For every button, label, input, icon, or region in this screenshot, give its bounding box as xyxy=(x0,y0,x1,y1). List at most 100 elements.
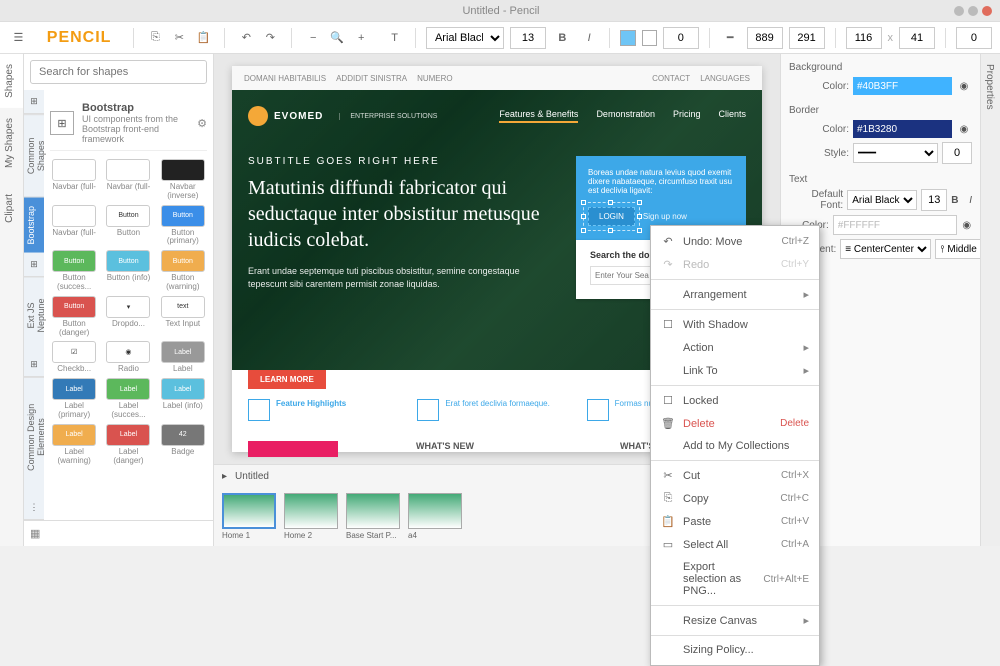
copy-icon[interactable]: ⎘ xyxy=(144,27,166,49)
nav-pricing[interactable]: Pricing xyxy=(673,109,701,123)
cat-bootstrap[interactable]: Bootstrap xyxy=(24,197,44,253)
shape-item[interactable]: textText Input xyxy=(159,296,207,338)
menu-action[interactable]: Action▸ xyxy=(651,336,819,359)
eyedropper-icon[interactable]: ◉ xyxy=(956,78,972,94)
shape-item[interactable]: ButtonButton xyxy=(104,205,152,247)
redo-icon[interactable]: ↷ xyxy=(259,27,281,49)
fill-color[interactable] xyxy=(620,30,635,46)
shape-item[interactable]: ☑Checkb... xyxy=(50,341,98,374)
topnav-item[interactable]: DOMANI HABITABILIS xyxy=(244,74,326,83)
shape-item[interactable]: LabelLabel (info) xyxy=(159,378,207,420)
shape-item[interactable]: ButtonButton (primary) xyxy=(159,205,207,247)
line-style-icon[interactable]: ━ xyxy=(720,27,741,49)
eyedropper-icon[interactable]: ◉ xyxy=(956,121,972,137)
zoom-in-icon[interactable]: + xyxy=(350,27,372,49)
close-button[interactable] xyxy=(982,6,992,16)
menu-sizing-policy-[interactable]: Sizing Policy... xyxy=(651,639,819,661)
bold-icon[interactable]: B xyxy=(552,27,573,49)
shape-item[interactable]: LabelLabel (primary) xyxy=(50,378,98,420)
eyedropper-icon[interactable]: ◉ xyxy=(961,217,972,233)
menu-select-all[interactable]: ▭Select AllCtrl+A xyxy=(651,533,819,556)
topnav-languages[interactable]: LANGUAGES xyxy=(700,74,750,83)
shape-item[interactable]: LabelLabel (danger) xyxy=(104,424,152,466)
cat-extjs[interactable]: Ext JS Neptune xyxy=(24,277,44,354)
menu-resize-canvas[interactable]: Resize Canvas▸ xyxy=(651,609,819,632)
menu-delete[interactable]: 🗑DeleteDelete xyxy=(651,412,819,435)
tab-properties[interactable]: Properties xyxy=(981,54,998,120)
shape-item[interactable]: 42Badge xyxy=(159,424,207,466)
menu-export-selection-as-png-[interactable]: Export selection as PNG...Ctrl+Alt+E xyxy=(651,556,819,602)
menu-with-shadow[interactable]: ☐With Shadow xyxy=(651,313,819,336)
shape-item[interactable]: Navbar (full- xyxy=(50,159,98,201)
cat-common-design[interactable]: Common Design Elements xyxy=(24,377,44,496)
shape-item[interactable]: LabelLabel (warning) xyxy=(50,424,98,466)
menu-icon[interactable]: ☰ xyxy=(8,27,29,49)
shape-item[interactable]: ButtonButton (warning) xyxy=(159,250,207,292)
minimize-button[interactable] xyxy=(954,6,964,16)
opacity-input[interactable] xyxy=(663,27,699,49)
paste-icon[interactable]: 📋 xyxy=(192,27,214,49)
cut-icon[interactable]: ✂ xyxy=(168,27,190,49)
cat-grid3-icon[interactable]: ⊞ xyxy=(24,353,44,377)
text-color-field[interactable] xyxy=(833,215,958,235)
page-thumb[interactable]: Base Start P... xyxy=(346,493,400,540)
page-thumb[interactable]: a4 xyxy=(408,493,462,540)
cat-more-icon[interactable]: ⋮ xyxy=(24,496,44,520)
tab-clipart[interactable]: Clipart xyxy=(0,184,23,233)
cat-grid-icon[interactable]: ⊞ xyxy=(24,90,44,114)
cat-grid2-icon[interactable]: ⊞ xyxy=(24,253,44,277)
menu-redo[interactable]: ↷RedoCtrl+Y xyxy=(651,253,819,276)
menu-copy[interactable]: ⎘CopyCtrl+C xyxy=(651,487,819,510)
shape-item[interactable]: Navbar (inverse) xyxy=(159,159,207,201)
font-select[interactable]: Arial Black xyxy=(426,27,504,49)
shape-item[interactable]: ButtonButton (info) xyxy=(104,250,152,292)
zoom-out-icon[interactable]: − xyxy=(302,27,324,49)
doc-name[interactable]: Untitled xyxy=(227,471,277,482)
signup-link[interactable]: Sign up now xyxy=(643,212,687,221)
topnav-item[interactable]: ADDIDIT SINISTRA xyxy=(336,74,407,83)
apps-icon[interactable]: ▦ xyxy=(30,527,40,540)
sel-x[interactable] xyxy=(956,27,992,49)
tab-my-shapes[interactable]: My Shapes xyxy=(0,108,23,178)
selection-handles[interactable] xyxy=(583,202,640,231)
bold-toggle[interactable]: B xyxy=(951,195,958,206)
canvas-w[interactable] xyxy=(747,27,783,49)
topnav-contact[interactable]: CONTACT xyxy=(652,74,690,83)
font-size-input[interactable] xyxy=(510,27,546,49)
undo-icon[interactable]: ↶ xyxy=(235,27,257,49)
italic-icon[interactable]: I xyxy=(579,27,600,49)
menu-paste[interactable]: 📋PasteCtrl+V xyxy=(651,510,819,533)
search-input[interactable] xyxy=(30,60,207,84)
text-font-size[interactable] xyxy=(921,189,947,211)
menu-undo-move[interactable]: ↶Undo: MoveCtrl+Z xyxy=(651,230,819,253)
bg-color-field[interactable]: #40B3FF xyxy=(853,77,952,95)
zoom-reset-icon[interactable]: 🔍 xyxy=(326,27,348,49)
sel-h[interactable] xyxy=(899,27,935,49)
cat-common-shapes[interactable]: Common Shapes xyxy=(24,114,44,197)
topnav-item[interactable]: NUMERO xyxy=(417,74,453,83)
menu-link-to[interactable]: Link To▸ xyxy=(651,359,819,382)
tab-shapes[interactable]: Shapes xyxy=(0,54,23,108)
shape-item[interactable]: ▾Dropdo... xyxy=(104,296,152,338)
canvas-h[interactable] xyxy=(789,27,825,49)
page-thumb[interactable]: Home 2 xyxy=(284,493,338,540)
align-h-select[interactable]: ≡ CenterCenter xyxy=(840,239,931,259)
maximize-button[interactable] xyxy=(968,6,978,16)
stroke-color[interactable] xyxy=(642,30,657,46)
menu-add-to-my-collections[interactable]: Add to My Collections xyxy=(651,435,819,457)
shape-item[interactable]: ◉Radio xyxy=(104,341,152,374)
shape-item[interactable]: LabelLabel (succes... xyxy=(104,378,152,420)
page-thumb[interactable]: Home 1 xyxy=(222,493,276,540)
learn-more-button[interactable]: LEARN MORE xyxy=(248,370,326,389)
shape-item[interactable]: Navbar (full- xyxy=(104,159,152,201)
border-style-select[interactable]: ━━━ xyxy=(853,143,938,163)
nav-demo[interactable]: Demonstration xyxy=(596,109,655,123)
italic-toggle[interactable]: I xyxy=(969,195,972,206)
nav-features[interactable]: Features & Benefits xyxy=(499,109,578,123)
menu-locked[interactable]: ☐Locked xyxy=(651,389,819,412)
shape-item[interactable]: LabelLabel xyxy=(159,341,207,374)
shape-item[interactable]: Navbar (full- xyxy=(50,205,98,247)
text-font-select[interactable]: Arial Black xyxy=(847,190,917,210)
gear-icon[interactable]: ⚙ xyxy=(197,117,207,130)
border-width[interactable] xyxy=(942,142,972,164)
